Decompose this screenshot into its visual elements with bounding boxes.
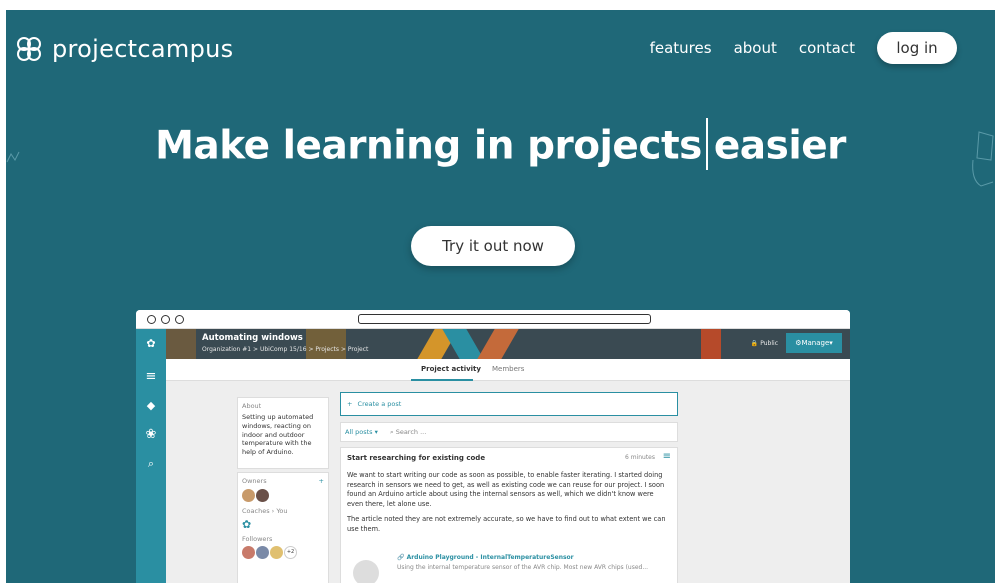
post-time: 6 minutes	[624, 454, 655, 461]
hero-section: projectcampus features about contact log…	[6, 10, 995, 583]
tab-members: Members	[492, 365, 525, 373]
visibility-badge: 🔒 Public	[750, 340, 778, 347]
followers-avatars: +2	[242, 546, 324, 559]
link-preview-desc: Using the internal temperature sensor of…	[397, 564, 649, 571]
coach-logo-icon: ✿	[242, 518, 252, 531]
link-preview: 🔗 Arduino Playground - InternalTemperatu…	[397, 554, 648, 571]
project-banner: Automating windows Organization #1 > Ubi…	[166, 329, 850, 359]
headline-part-a: Make learning in projects	[155, 123, 702, 169]
you-label: You	[276, 507, 288, 515]
brand-name: projectcampus	[52, 35, 234, 63]
filter-dropdown: All posts ▾	[345, 428, 378, 436]
post-body-p2: The article noted they are not extremely…	[347, 515, 666, 533]
search-icon: ⌕	[147, 457, 155, 470]
avatar	[242, 489, 255, 502]
headline-part-b: easier	[713, 123, 847, 169]
link-title-text: Arduino Playground - InternalTemperature…	[406, 554, 574, 561]
projects-icon: ❀	[145, 427, 157, 442]
logo-icon: ✿	[146, 337, 156, 350]
post-filter-bar: All posts ▾ ⌕ Search ...	[340, 422, 678, 442]
post-search-input: Search ...	[395, 428, 427, 436]
owners-label-text: Owners	[242, 477, 267, 485]
coaches-label: Coaches › You	[242, 507, 288, 515]
typing-caret	[705, 118, 708, 170]
people-card: Owners + Coaches › You ✿ Followers +2	[237, 472, 329, 583]
active-tab-indicator	[411, 379, 473, 381]
post-menu-icon: ≡	[662, 451, 671, 462]
window-dot-icon	[161, 315, 170, 324]
filter-label: All posts	[345, 428, 373, 436]
manage-label: Manage	[801, 339, 830, 347]
browser-titlebar	[136, 310, 850, 329]
breadcrumb: Organization #1 > UbiComp 15/16 > Projec…	[202, 346, 369, 353]
post-title: Start researching for existing code	[347, 454, 486, 462]
followers-label: Followers	[242, 535, 273, 543]
top-nav: features about contact log in	[628, 32, 957, 64]
create-post-label: Create a post	[357, 400, 402, 408]
more-followers-badge: +2	[284, 546, 297, 559]
add-owner-icon: +	[318, 477, 324, 485]
plus-icon: +	[347, 400, 353, 408]
window-dot-icon	[175, 315, 184, 324]
nav-about-link[interactable]: about	[734, 39, 777, 57]
manage-button: ⚙ Manage ▾	[786, 333, 842, 353]
about-card: About Setting up automated windows, reac…	[237, 397, 329, 469]
link-preview-title: 🔗 Arduino Playground - InternalTemperatu…	[397, 554, 574, 561]
brand-logo[interactable]: projectcampus	[14, 34, 233, 64]
nav-contact-link[interactable]: contact	[799, 39, 855, 57]
menu-icon: ≡	[145, 369, 157, 384]
browser-url-bar	[358, 314, 651, 324]
avatar	[256, 546, 269, 559]
nav-features-link[interactable]: features	[650, 39, 712, 57]
owners-avatars	[242, 489, 324, 502]
app-screen: ✿ ≡ ◆ ❀ ⌕ Automating windows Organizatio…	[136, 329, 850, 583]
projectcampus-logo-icon	[17, 37, 41, 61]
visibility-label: Public	[760, 340, 778, 347]
window-dot-icon	[147, 315, 156, 324]
post-body-p1: We want to start writing our code as soo…	[347, 471, 665, 508]
try-it-button[interactable]: Try it out now	[411, 226, 575, 266]
post-card: Start researching for existing code 6 mi…	[340, 447, 678, 583]
avatar	[242, 546, 255, 559]
about-text: Setting up automated windows, reacting o…	[242, 413, 314, 457]
login-button[interactable]: log in	[877, 32, 957, 64]
create-post-box: + Create a post	[340, 392, 678, 416]
link-preview-thumbnail	[353, 560, 379, 583]
tab-project-activity: Project activity	[421, 365, 481, 373]
search-icon: ⌕	[389, 428, 394, 436]
avatar	[270, 546, 283, 559]
app-sidebar: ✿ ≡ ◆ ❀ ⌕	[136, 329, 166, 583]
coaches-label-text: Coaches	[242, 507, 270, 515]
about-label: About	[242, 402, 262, 410]
avatar	[256, 489, 269, 502]
owners-label: Owners +	[242, 477, 324, 485]
project-tabs: Project activity Members	[166, 359, 850, 381]
bell-icon: ◆	[146, 399, 156, 412]
project-title: Automating windows	[202, 333, 303, 343]
hero-headline: Make learning in projects easier	[6, 118, 995, 174]
app-preview-window: ✿ ≡ ◆ ❀ ⌕ Automating windows Organizatio…	[136, 310, 850, 583]
